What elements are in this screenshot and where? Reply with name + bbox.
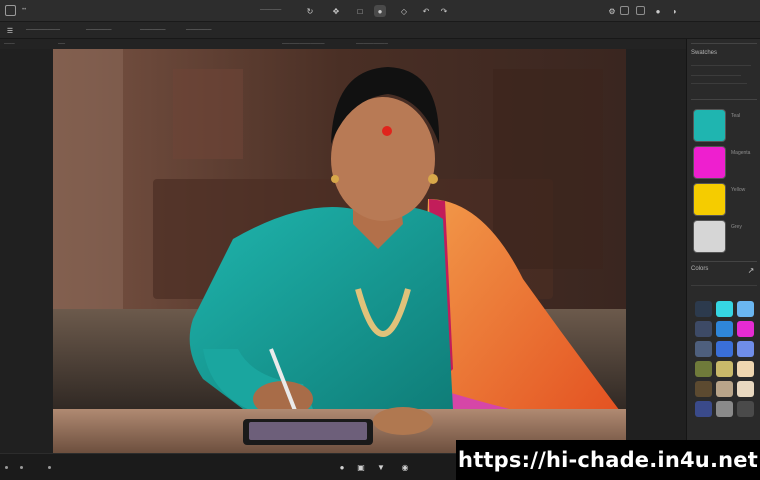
swatch-teal[interactable] — [693, 109, 726, 142]
palette-swatch[interactable] — [737, 381, 754, 397]
option-label: ─── — [4, 41, 15, 47]
folder-icon[interactable]: ▣ — [356, 462, 366, 472]
palette-swatch[interactable] — [695, 361, 712, 377]
window-icon[interactable] — [620, 6, 629, 15]
status-dot — [48, 466, 51, 469]
camera-icon[interactable]: ◉ — [400, 462, 410, 472]
swatch-label: Yellow — [731, 187, 746, 193]
palette-swatch[interactable] — [695, 341, 712, 357]
palette-swatch[interactable] — [716, 301, 733, 317]
status-dot — [20, 466, 23, 469]
options-bar: ─── ── ──────────── ───────── — [0, 39, 686, 49]
right-panel: Swatches Teal Magenta Yellow Grey Colors… — [686, 39, 760, 480]
palette-swatch[interactable] — [737, 361, 754, 377]
tab-bar: ☰ ──────── ────── ────── ────── — [0, 22, 760, 39]
settings-icon[interactable]: ⚙ — [606, 5, 618, 17]
brush-icon[interactable]: ● — [374, 5, 386, 17]
swatch-label: Teal — [731, 113, 741, 119]
photo-illustration — [53, 49, 626, 453]
palette-swatch[interactable] — [737, 401, 754, 417]
rotate-icon[interactable]: ↻ — [304, 5, 316, 17]
panel-expand-icon[interactable]: ↗ — [745, 264, 757, 276]
redo-icon[interactable]: ↷ — [438, 5, 450, 17]
user-icon[interactable]: ◑ — [668, 5, 680, 17]
panel-header-swatches: Swatches — [691, 50, 718, 56]
palette-swatch[interactable] — [737, 301, 754, 317]
menu-bar: •• ───── ↻ ✥ □ ● ◇ ↶ ↷ ⚙ ● ◑ — [0, 0, 760, 22]
info-icon[interactable]: ● — [652, 5, 664, 17]
canvas-area — [0, 49, 686, 453]
palette-swatch[interactable] — [695, 301, 712, 317]
palette-swatch[interactable] — [716, 341, 733, 357]
palette-swatch[interactable] — [716, 381, 733, 397]
move-icon[interactable]: ✥ — [330, 5, 342, 17]
status-dot — [5, 466, 8, 469]
palette-swatch[interactable] — [737, 321, 754, 337]
palette-swatch[interactable] — [716, 361, 733, 377]
swatch-magenta[interactable] — [693, 146, 726, 179]
layout-icon[interactable] — [636, 6, 645, 15]
tab-label[interactable]: ────── — [86, 27, 112, 33]
photo-canvas[interactable] — [53, 49, 626, 453]
crop-icon[interactable]: □ — [354, 5, 366, 17]
option-label[interactable]: ───────── — [356, 41, 388, 47]
swatch-label: Grey — [731, 224, 742, 230]
palette-swatch[interactable] — [695, 381, 712, 397]
tab-menu-icon[interactable]: ☰ — [4, 25, 16, 37]
filter-icon[interactable]: ▼ — [376, 462, 386, 472]
option-label: ── — [58, 41, 66, 47]
palette-swatch[interactable] — [695, 401, 712, 417]
undo-icon[interactable]: ↶ — [420, 5, 432, 17]
palette-swatch[interactable] — [716, 321, 733, 337]
toolbar-title: ───── — [260, 7, 282, 13]
tab-label[interactable]: ──────── — [26, 27, 60, 33]
app-icon[interactable] — [5, 5, 16, 16]
palette-swatch[interactable] — [695, 321, 712, 337]
tab-label[interactable]: ────── — [140, 27, 166, 33]
palette-swatch[interactable] — [716, 401, 733, 417]
palette-swatch[interactable] — [737, 341, 754, 357]
swatch-yellow[interactable] — [693, 183, 726, 216]
record-icon[interactable]: ● — [337, 462, 347, 472]
tab-label[interactable]: ────── — [186, 27, 212, 33]
watermark: https://hi-chade.in4u.net — [456, 440, 760, 480]
option-label[interactable]: ──────────── — [282, 41, 325, 47]
swatch-label: Magenta — [731, 150, 751, 156]
menu-item-file[interactable]: •• — [22, 6, 26, 14]
eraser-icon[interactable]: ◇ — [398, 5, 410, 17]
swatch-grey[interactable] — [693, 220, 726, 253]
